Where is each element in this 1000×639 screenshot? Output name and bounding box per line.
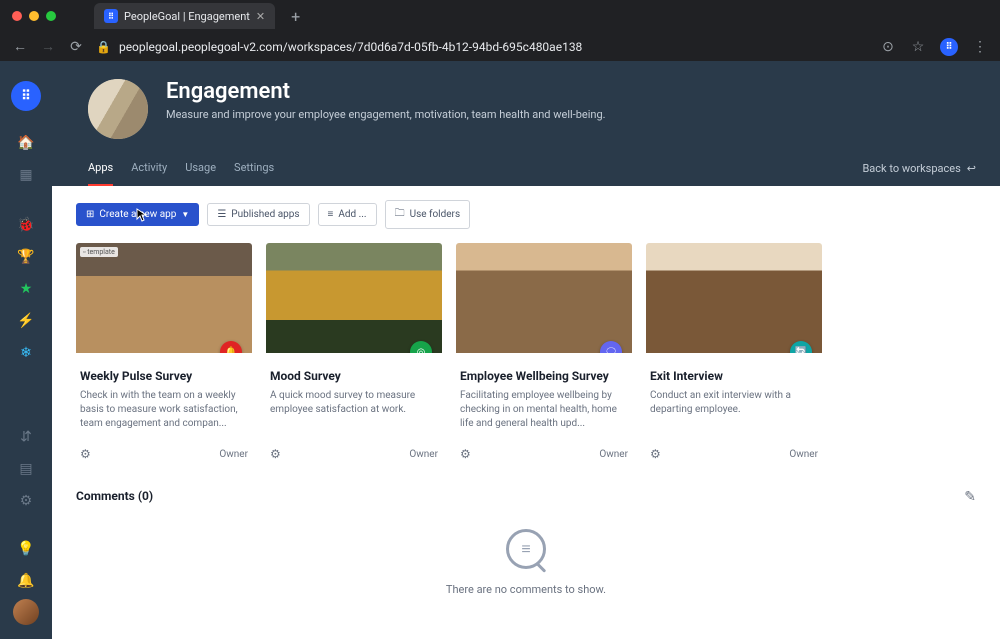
workspace-header: Engagement Measure and improve your empl…	[52, 61, 1000, 186]
app-card[interactable]: 🔄 Exit Interview Conduct an exit intervi…	[646, 243, 822, 461]
back-to-workspaces[interactable]: Back to workspaces ↩	[862, 162, 976, 185]
window-minimize-icon[interactable]	[29, 11, 39, 21]
app-card-image: 🔄	[646, 243, 822, 353]
empty-search-icon: ≡	[506, 529, 546, 569]
app-card-image: 🗨	[456, 243, 632, 353]
plus-square-icon: ⊞	[86, 209, 94, 220]
published-apps-button[interactable]: ☰ Published apps	[207, 203, 309, 226]
new-tab-button[interactable]: +	[291, 7, 300, 26]
window-maximize-icon[interactable]	[46, 11, 56, 21]
sidebar-star-icon[interactable]: ★	[12, 275, 40, 303]
sidebar-calendar-icon[interactable]: ▤	[12, 455, 40, 483]
workspace-avatar	[88, 79, 148, 139]
sidebar-snowflake-icon[interactable]: ❄	[12, 339, 40, 367]
sidebar-grid-icon[interactable]: ▦	[12, 161, 40, 189]
sidebar-logo-icon[interactable]: ⠿	[11, 81, 41, 111]
tab-title: PeopleGoal | Engagement	[124, 10, 250, 23]
tab-usage[interactable]: Usage	[185, 161, 216, 186]
tab-settings[interactable]: Settings	[234, 161, 274, 186]
edit-icon[interactable]: ✎	[964, 489, 976, 505]
sidebar-user-avatar[interactable]	[13, 599, 39, 625]
app-card-title: Exit Interview	[650, 369, 818, 383]
filter-icon: ☰	[217, 209, 226, 220]
app-role-label: Owner	[789, 449, 818, 460]
extension-icon[interactable]: ⠿	[940, 38, 958, 56]
tab-apps[interactable]: Apps	[88, 161, 113, 186]
use-folders-button[interactable]: 🗀 Use folders	[385, 200, 471, 229]
comments-section: Comments (0) ✎ ≡ There are no comments t…	[76, 489, 976, 622]
app-card-title: Mood Survey	[270, 369, 438, 383]
create-app-button[interactable]: ⊞ Create a new app ▼	[76, 203, 199, 226]
nav-reload-icon[interactable]: ⟳	[68, 39, 84, 55]
sidebar-settings-icon[interactable]: ⚙	[12, 487, 40, 515]
app-card[interactable]: ▫ template 🔔 Weekly Pulse Survey Check i…	[76, 243, 252, 461]
add-button[interactable]: ≡ Add ...	[318, 203, 377, 226]
lock-icon: 🔒	[96, 40, 111, 54]
workspace-tabs: Apps Activity Usage Settings	[88, 161, 274, 186]
refresh-icon: 🔄	[790, 341, 812, 353]
template-badge: ▫ template	[80, 247, 118, 257]
browser-tab[interactable]: ⠿ PeopleGoal | Engagement ✕	[94, 3, 275, 29]
list-icon: ≡	[328, 209, 334, 220]
nav-forward-icon[interactable]: →	[40, 38, 56, 55]
app-card-title: Employee Wellbeing Survey	[460, 369, 628, 383]
sidebar-org-icon[interactable]: ⇵	[12, 423, 40, 451]
folder-icon: 🗀	[395, 206, 405, 223]
undo-icon: ↩	[967, 162, 976, 175]
app-card-description: Conduct an exit interview with a departi…	[650, 389, 818, 431]
tab-close-icon[interactable]: ✕	[256, 10, 265, 23]
bell-icon: 🔔	[220, 341, 242, 353]
search-icon[interactable]: ⊙	[880, 39, 896, 55]
bookmark-icon[interactable]: ☆	[910, 39, 926, 55]
app-card[interactable]: ◎ Mood Survey A quick mood survey to mea…	[266, 243, 442, 461]
app-settings-icon[interactable]: ⚙	[650, 447, 661, 461]
app-settings-icon[interactable]: ⚙	[460, 447, 471, 461]
window-controls	[8, 11, 64, 21]
app-card-image: ▫ template 🔔	[76, 243, 252, 353]
tab-activity[interactable]: Activity	[131, 161, 167, 186]
app-role-label: Owner	[409, 449, 438, 460]
comments-heading: Comments (0)	[76, 489, 976, 503]
app-grid: ▫ template 🔔 Weekly Pulse Survey Check i…	[76, 243, 976, 461]
window-close-icon[interactable]	[12, 11, 22, 21]
empty-comments-text: There are no comments to show.	[76, 583, 976, 596]
sidebar-help-icon[interactable]: 💡	[12, 535, 40, 563]
app-role-label: Owner	[599, 449, 628, 460]
address-bar[interactable]: 🔒 peoplegoal.peoplegoal-v2.com/workspace…	[96, 40, 868, 54]
chevron-down-icon: ▼	[181, 210, 189, 219]
app-role-label: Owner	[219, 449, 248, 460]
app-settings-icon[interactable]: ⚙	[270, 447, 281, 461]
app-card-description: Facilitating employee wellbeing by check…	[460, 389, 628, 431]
url-text: peoplegoal.peoplegoal-v2.com/workspaces/…	[119, 40, 582, 54]
nav-back-icon[interactable]: ←	[12, 38, 28, 55]
app-settings-icon[interactable]: ⚙	[80, 447, 91, 461]
action-row: ⊞ Create a new app ▼ ☰ Published apps ≡ …	[76, 200, 976, 229]
target-icon: ◎	[410, 341, 432, 353]
app-card-image: ◎	[266, 243, 442, 353]
browser-chrome: ⠿ PeopleGoal | Engagement ✕ + ← → ⟳ 🔒 pe…	[0, 0, 1000, 61]
sidebar: ⠿ 🏠 ▦ 🐞 🏆 ★ ⚡ ❄ ⇵ ▤ ⚙ 💡 🔔	[0, 61, 52, 639]
sidebar-trophy-icon[interactable]: 🏆	[12, 243, 40, 271]
app-card[interactable]: 🗨 Employee Wellbeing Survey Facilitating…	[456, 243, 632, 461]
workspace-subtitle: Measure and improve your employee engage…	[166, 108, 606, 121]
sidebar-bolt-icon[interactable]: ⚡	[12, 307, 40, 335]
peoplegoal-favicon-icon: ⠿	[104, 9, 118, 23]
sidebar-bug-icon[interactable]: 🐞	[12, 211, 40, 239]
sidebar-notifications-icon[interactable]: 🔔	[12, 567, 40, 595]
browser-menu-icon[interactable]: ⋮	[972, 39, 988, 55]
app-card-description: Check in with the team on a weekly basis…	[80, 389, 248, 431]
workspace-title: Engagement	[166, 79, 606, 104]
sidebar-home-icon[interactable]: 🏠	[12, 129, 40, 157]
app-card-title: Weekly Pulse Survey	[80, 369, 248, 383]
speech-icon: 🗨	[600, 341, 622, 353]
app-card-description: A quick mood survey to measure employee …	[270, 389, 438, 431]
